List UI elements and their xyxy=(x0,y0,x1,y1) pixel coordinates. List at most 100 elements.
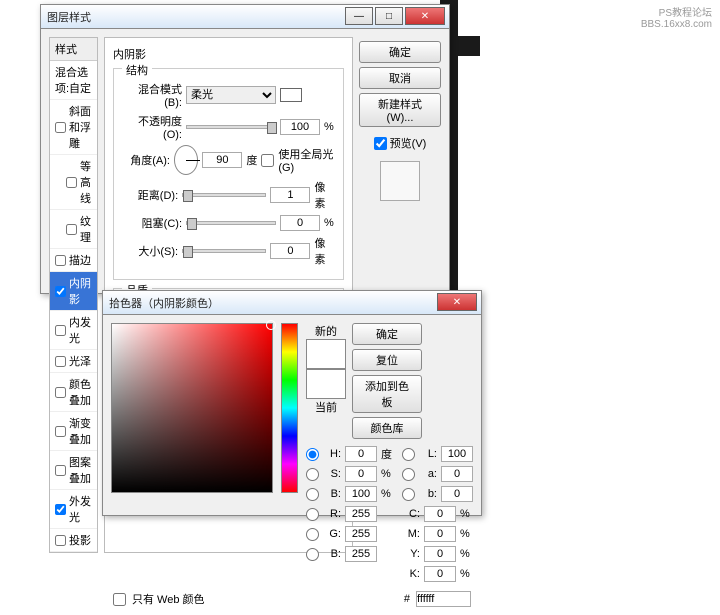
cancel-button[interactable]: 取消 xyxy=(359,67,441,89)
style-checkbox[interactable] xyxy=(55,387,66,398)
preview-checkbox[interactable] xyxy=(374,137,387,150)
window-title: 拾色器（内阴影颜色） xyxy=(109,295,219,311)
size-input[interactable] xyxy=(270,243,310,259)
style-checkbox[interactable] xyxy=(55,122,66,133)
style-item[interactable]: 光泽 xyxy=(50,350,97,373)
bc-input[interactable] xyxy=(345,546,377,562)
style-item[interactable]: 颜色叠加 xyxy=(50,373,97,412)
style-item[interactable]: 内发光 xyxy=(50,311,97,350)
b-radio[interactable] xyxy=(306,488,319,501)
hex-input[interactable] xyxy=(416,591,471,607)
a-radio[interactable] xyxy=(402,468,415,481)
opacity-input[interactable] xyxy=(280,119,320,135)
l-radio[interactable] xyxy=(402,448,415,461)
style-label: 渐变叠加 xyxy=(69,415,92,447)
style-label: 颜色叠加 xyxy=(69,376,92,408)
style-label: 内阴影 xyxy=(69,275,92,307)
style-checkbox[interactable] xyxy=(66,224,77,235)
distance-slider[interactable] xyxy=(182,193,266,197)
add-swatch-button[interactable]: 添加到色板 xyxy=(352,375,422,413)
opacity-slider[interactable] xyxy=(186,125,276,129)
style-item[interactable]: 纹理 xyxy=(50,210,97,249)
styles-header[interactable]: 样式 xyxy=(50,38,97,61)
r-radio[interactable] xyxy=(306,508,319,521)
style-label: 外发光 xyxy=(69,493,92,525)
lab-b-radio[interactable] xyxy=(402,488,415,501)
h-input[interactable] xyxy=(345,446,377,462)
r-input[interactable] xyxy=(345,506,377,522)
style-item[interactable]: 外发光 xyxy=(50,490,97,529)
s-input[interactable] xyxy=(345,466,377,482)
h-radio[interactable] xyxy=(306,448,319,461)
structure-fieldset: 结构 混合模式(B): 柔光 不透明度(O): % 角度(A): 度 xyxy=(113,68,344,280)
c-input[interactable] xyxy=(424,506,456,522)
bc-radio[interactable] xyxy=(306,548,319,561)
ok-button[interactable]: 确定 xyxy=(352,323,422,345)
l-input[interactable] xyxy=(441,446,473,462)
style-item[interactable]: 图案叠加 xyxy=(50,451,97,490)
blend-mode-select[interactable]: 柔光 xyxy=(186,86,276,104)
titlebar[interactable]: 图层样式 — □ ✕ xyxy=(41,5,449,29)
style-item[interactable]: 描边 xyxy=(50,249,97,272)
blend-mode-label: 混合模式(B): xyxy=(122,81,182,109)
style-item[interactable]: 渐变叠加 xyxy=(50,412,97,451)
close-button[interactable]: ✕ xyxy=(437,293,477,311)
style-checkbox[interactable] xyxy=(55,535,66,546)
style-checkbox[interactable] xyxy=(55,286,66,297)
window-title: 图层样式 xyxy=(47,9,91,25)
style-checkbox[interactable] xyxy=(66,177,77,188)
style-label: 斜面和浮雕 xyxy=(69,103,92,151)
style-item[interactable]: 投影 xyxy=(50,529,97,552)
style-label: 图案叠加 xyxy=(69,454,92,486)
style-checkbox[interactable] xyxy=(55,465,66,476)
ok-button[interactable]: 确定 xyxy=(359,41,441,63)
style-item[interactable]: 内阴影 xyxy=(50,272,97,311)
style-checkbox[interactable] xyxy=(55,356,66,367)
color-field[interactable] xyxy=(111,323,273,493)
style-item[interactable]: 斜面和浮雕 xyxy=(50,100,97,155)
web-only-checkbox[interactable] xyxy=(113,593,126,606)
a-input[interactable] xyxy=(441,466,473,482)
bv-input[interactable] xyxy=(345,486,377,502)
s-radio[interactable] xyxy=(306,468,319,481)
maximize-button[interactable]: □ xyxy=(375,7,403,25)
style-item[interactable]: 等高线 xyxy=(50,155,97,210)
style-checkbox[interactable] xyxy=(55,504,66,515)
style-label: 光泽 xyxy=(69,353,91,369)
style-label: 投影 xyxy=(69,532,91,548)
shadow-color-swatch[interactable] xyxy=(280,88,302,102)
choke-slider[interactable] xyxy=(186,221,276,225)
style-checkbox[interactable] xyxy=(55,255,66,266)
lab-b-input[interactable] xyxy=(441,486,473,502)
hue-strip[interactable] xyxy=(281,323,298,493)
preview-swatch xyxy=(380,161,420,201)
color-lib-button[interactable]: 颜色库 xyxy=(352,417,422,439)
choke-input[interactable] xyxy=(280,215,320,231)
current-color-box[interactable] xyxy=(306,369,346,399)
blend-options-item[interactable]: 混合选项:自定 xyxy=(50,61,97,100)
size-slider[interactable] xyxy=(182,249,266,253)
style-checkbox[interactable] xyxy=(55,325,66,336)
style-label: 等高线 xyxy=(80,158,92,206)
distance-input[interactable] xyxy=(270,187,310,203)
watermark: PS教程论坛 BBS.16xx8.com xyxy=(641,4,712,30)
global-light-checkbox[interactable] xyxy=(261,154,274,167)
titlebar[interactable]: 拾色器（内阴影颜色） ✕ xyxy=(103,291,481,315)
y-input[interactable] xyxy=(424,546,456,562)
g-input[interactable] xyxy=(345,526,377,542)
new-style-button[interactable]: 新建样式(W)... xyxy=(359,93,441,127)
style-checkbox[interactable] xyxy=(55,426,66,437)
close-button[interactable]: ✕ xyxy=(405,7,445,25)
panel-title: 内阴影 xyxy=(113,46,344,62)
layer-style-dialog: 图层样式 — □ ✕ 样式 混合选项:自定 斜面和浮雕等高线纹理描边内阴影内发光… xyxy=(40,4,450,294)
m-input[interactable] xyxy=(424,526,456,542)
color-picker-dialog: 拾色器（内阴影颜色） ✕ 新的 当前 确定 复位 添加到 xyxy=(102,290,482,516)
k-input[interactable] xyxy=(424,566,456,582)
angle-dial[interactable] xyxy=(174,145,198,175)
styles-list-panel: 样式 混合选项:自定 斜面和浮雕等高线纹理描边内阴影内发光光泽颜色叠加渐变叠加图… xyxy=(49,37,98,553)
cancel-button[interactable]: 复位 xyxy=(352,349,422,371)
g-radio[interactable] xyxy=(306,528,319,541)
minimize-button[interactable]: — xyxy=(345,7,373,25)
style-label: 纹理 xyxy=(80,213,92,245)
angle-input[interactable] xyxy=(202,152,242,168)
